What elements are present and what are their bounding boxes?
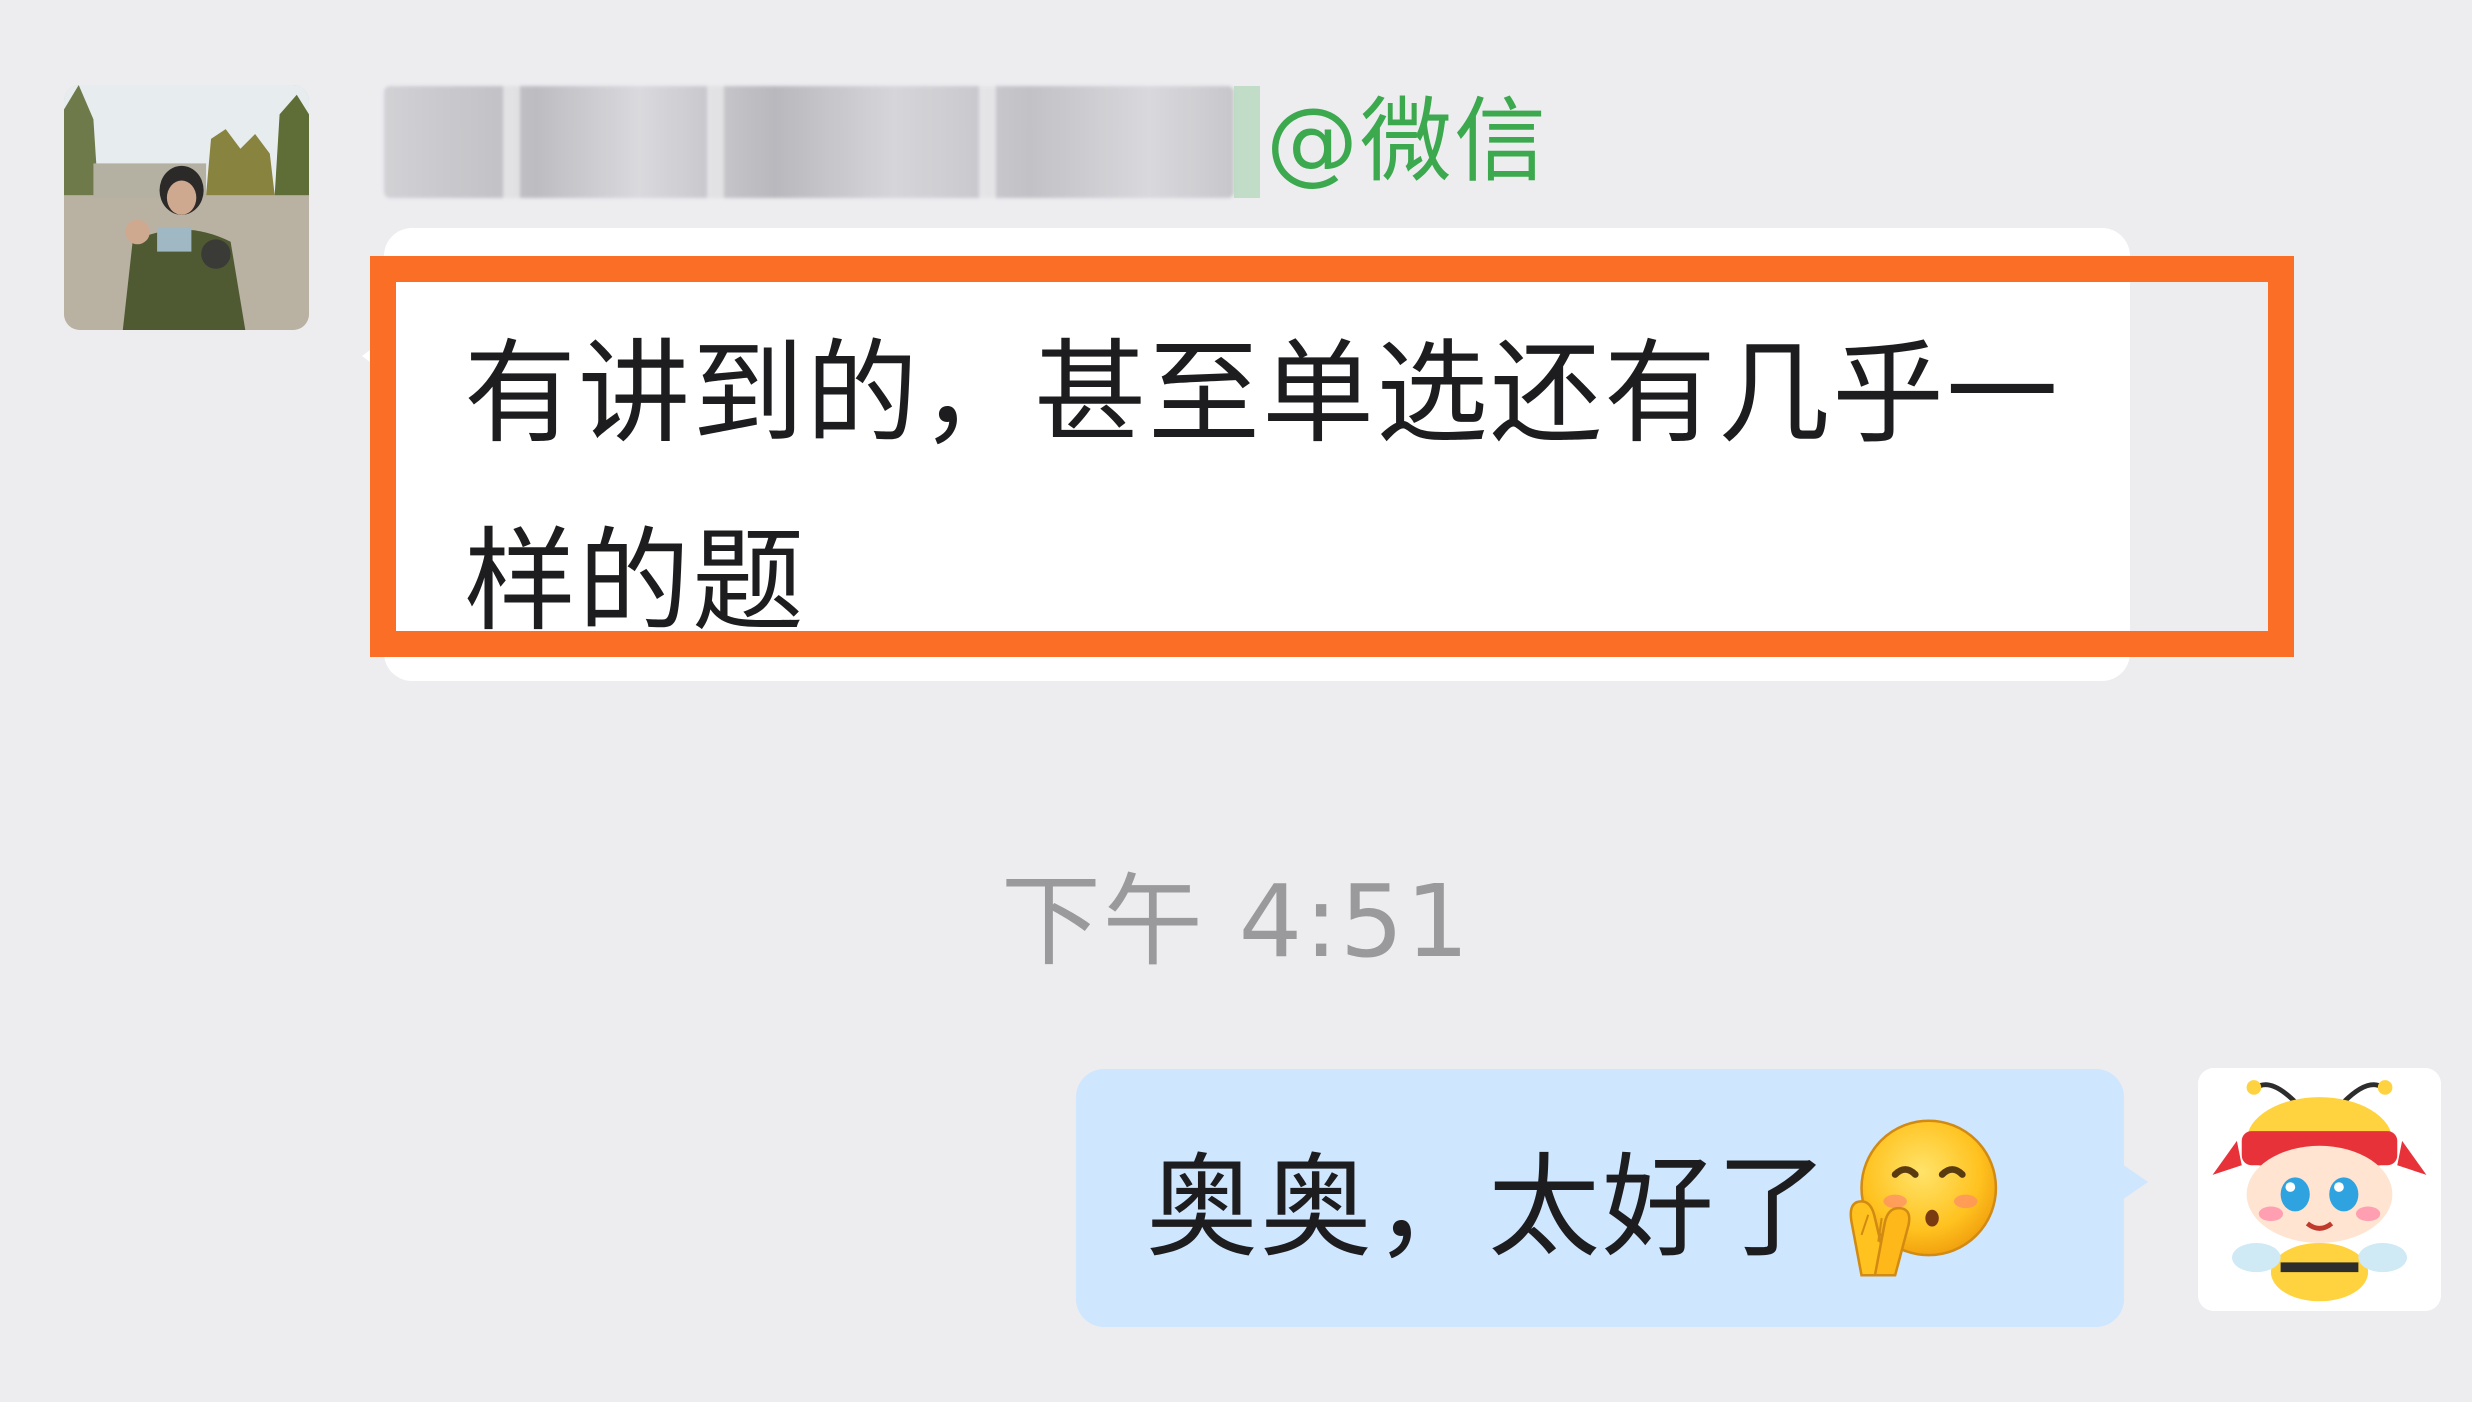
sender-name: @微信 — [384, 82, 1548, 202]
message-timestamp: 下午 4:51 — [1000, 863, 1472, 980]
praying-hands-smile-icon — [1849, 1119, 1998, 1277]
blurred-sender-name-tail — [1234, 86, 1260, 198]
outgoing-message-bubble[interactable]: 奥奥，太好了 — [1076, 1069, 2148, 1327]
sender-avatar[interactable] — [64, 85, 309, 330]
highlight-annotation-box — [370, 256, 2294, 657]
sender-source-label: @微信 — [1266, 88, 1549, 195]
avatar-photo — [64, 85, 309, 330]
bee-mascot-avatar — [2198, 1068, 2441, 1311]
user-avatar[interactable] — [2198, 1068, 2441, 1311]
outgoing-message-text: 奥奥，太好了 — [1146, 1143, 1830, 1273]
blurred-sender-name — [384, 86, 1234, 198]
